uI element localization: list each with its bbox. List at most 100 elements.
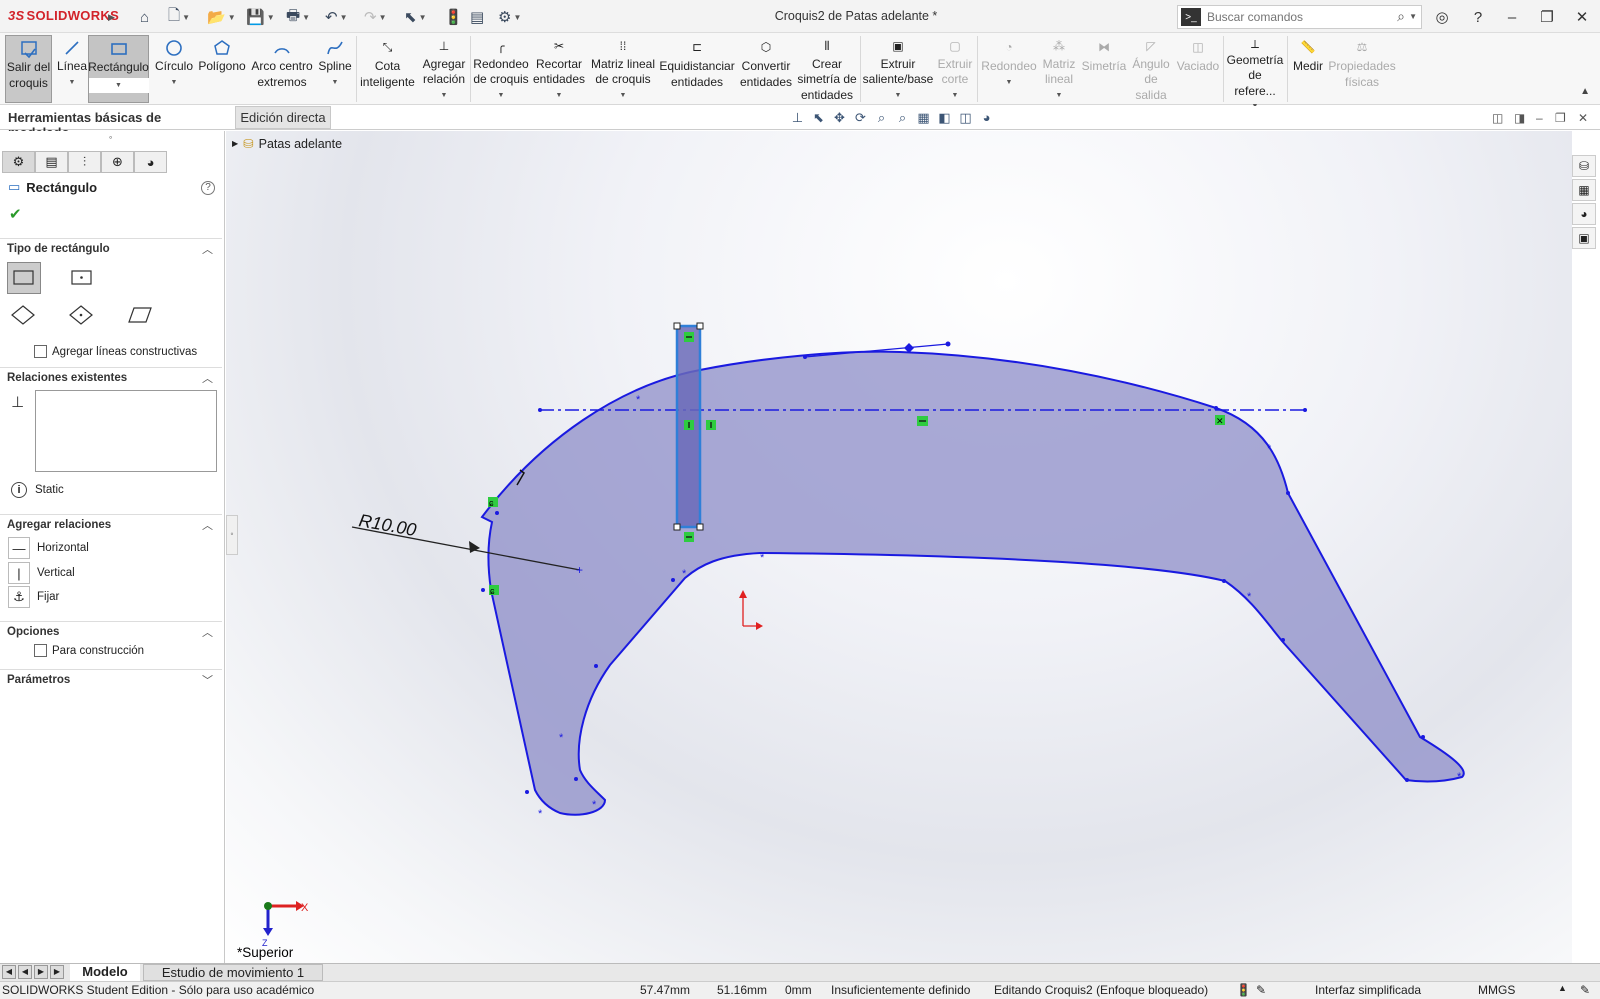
help-icon[interactable]: ? bbox=[1466, 6, 1490, 28]
view-orientation-icon[interactable]: ⊥ bbox=[787, 110, 808, 128]
rotate-icon[interactable]: ⟳ bbox=[850, 110, 871, 128]
search-input[interactable] bbox=[1207, 10, 1387, 24]
pan-icon[interactable]: ✥ bbox=[829, 110, 850, 128]
collapse-ribbon-icon[interactable]: ▲ bbox=[1580, 86, 1590, 97]
shell-button[interactable]: ◫ Vaciado bbox=[1175, 35, 1221, 103]
linear-pattern-feature-button[interactable]: ⁂ Matriz lineal ▼ bbox=[1040, 35, 1078, 103]
viewport-close-icon[interactable]: ✕ bbox=[1578, 111, 1588, 125]
feature-tree-flyout[interactable]: ▶ ⛁ Patas adelante bbox=[232, 136, 342, 152]
collapse-icon[interactable]: ︿ bbox=[202, 624, 213, 640]
measure-button[interactable]: 📏 Medir bbox=[1290, 35, 1326, 103]
comment-icon[interactable]: ✎ bbox=[1580, 983, 1590, 997]
reference-geometry-button[interactable]: ⟂ Geometríade refere...▼ bbox=[1226, 35, 1284, 110]
smart-dimension-button[interactable]: ⤡ Cota inteligente bbox=[360, 35, 415, 103]
rectangle-button[interactable]: Rectángulo ▼ bbox=[88, 35, 149, 103]
add-relation-button[interactable]: ⊥ Agregar relación ▼ bbox=[418, 35, 470, 103]
tab-motion-study[interactable]: Estudio de movimiento 1 bbox=[143, 964, 323, 981]
mirror-button[interactable]: ⫴ Crear simetría de entidades bbox=[797, 35, 857, 103]
dimxpert-tab-icon[interactable]: ⊕ bbox=[101, 151, 134, 173]
expand-arrow-icon[interactable]: ▶ bbox=[232, 139, 238, 148]
panel-handle-icon[interactable]: ∘ bbox=[108, 133, 113, 142]
checkbox[interactable] bbox=[34, 644, 47, 657]
user-icon[interactable]: ◎ bbox=[1430, 6, 1454, 28]
appearances-icon[interactable]: ◕ bbox=[1572, 203, 1596, 225]
tab-basic-modeling[interactable]: Herramientas básicas de modelado bbox=[0, 106, 232, 140]
extrude-boss-button[interactable]: ▣ Extruir saliente/base ▼ bbox=[863, 35, 934, 103]
collapse-icon[interactable]: ︿ bbox=[202, 517, 213, 533]
interface-mode[interactable]: Interfaz simplificada bbox=[1315, 983, 1421, 997]
section-existing-relations[interactable]: Relaciones existentes ︿ bbox=[0, 367, 222, 389]
section-add-relations[interactable]: Agregar relaciones ︿ bbox=[0, 514, 222, 536]
offset-button[interactable]: ⊏ Equidistanciar entidades bbox=[659, 35, 735, 103]
relation-fix[interactable]: ⚓ Fijar bbox=[8, 586, 59, 608]
radius-dimension-label[interactable]: R10.00 bbox=[357, 510, 418, 540]
viewport-link-icon[interactable]: ◨ bbox=[1514, 111, 1525, 125]
section-options[interactable]: Opciones ︿ bbox=[0, 621, 222, 643]
section-rect-type[interactable]: Tipo de rectángulo ︿ bbox=[0, 238, 222, 260]
collapse-icon[interactable]: ︿ bbox=[202, 370, 213, 386]
relation-vertical[interactable]: | Vertical bbox=[8, 562, 75, 584]
custom-properties-icon[interactable]: ▣ bbox=[1572, 227, 1596, 249]
hide-show-icon[interactable]: ◫ bbox=[955, 110, 976, 128]
fillet-feature-button[interactable]: ◔ Redondeo ▼ bbox=[980, 35, 1038, 103]
expand-icon[interactable]: ﹀ bbox=[202, 672, 213, 688]
3point-corner-rectangle-button[interactable] bbox=[7, 299, 41, 331]
chevron-up-icon[interactable]: ▲ bbox=[1558, 983, 1567, 993]
relation-horizontal[interactable]: — Horizontal bbox=[8, 537, 89, 559]
symmetry-button[interactable]: ⧓ Simetría bbox=[1081, 35, 1127, 103]
design-library-icon[interactable]: ▦ bbox=[1572, 179, 1596, 201]
section-view-icon[interactable]: ▦ bbox=[913, 110, 934, 128]
first-tab-icon[interactable]: ◀ bbox=[2, 965, 16, 979]
sketch-profile[interactable] bbox=[480, 350, 1465, 816]
checkbox[interactable] bbox=[34, 345, 47, 358]
tab-direct-editing[interactable]: Edición directa bbox=[235, 106, 331, 129]
resources-icon[interactable]: ⛁ bbox=[1572, 155, 1596, 177]
prev-tab-icon[interactable]: ◀ bbox=[18, 965, 32, 979]
arc-button[interactable]: Arco centro extremos bbox=[250, 35, 314, 103]
section-parameters[interactable]: Parámetros ﹀ bbox=[0, 669, 222, 691]
close-icon[interactable]: ✕ bbox=[1570, 6, 1594, 28]
sketch-svg[interactable]: R10.00 + ✕ ɕ ɕ *** *** *** X Z bbox=[226, 131, 1572, 963]
minimize-icon[interactable]: – bbox=[1500, 6, 1524, 28]
viewport-minimize-icon[interactable]: – bbox=[1536, 111, 1543, 125]
viewport-restore-icon[interactable]: ❐ bbox=[1555, 111, 1566, 125]
construction-lines-checkbox[interactable]: Agregar líneas constructivas bbox=[34, 345, 197, 358]
display-style-icon[interactable]: ◧ bbox=[934, 110, 955, 128]
graphics-area[interactable]: R10.00 + ✕ ɕ ɕ * * * * * * * * * X Z bbox=[226, 131, 1572, 963]
parallelogram-button[interactable] bbox=[123, 299, 157, 331]
3point-center-rectangle-button[interactable] bbox=[65, 299, 99, 331]
circle-button[interactable]: Círculo ▼ bbox=[155, 35, 193, 103]
sketch-status-icon[interactable]: ✎ bbox=[1256, 983, 1266, 997]
convert-entities-button[interactable]: ⬡ Convertir entidades bbox=[738, 35, 794, 103]
linear-pattern-button[interactable]: ⁞⁞ Matriz lineal de croquis ▼ bbox=[590, 35, 656, 103]
exit-sketch-button[interactable]: Salir del croquis bbox=[5, 35, 52, 103]
existing-relations-list[interactable] bbox=[35, 390, 217, 472]
feature-manager-tab-icon[interactable]: ⚙ bbox=[2, 151, 35, 173]
for-construction-checkbox[interactable]: Para construcción bbox=[34, 644, 144, 657]
spline-button[interactable]: Spline ▼ bbox=[316, 35, 354, 103]
appearance-icon[interactable]: ◕ bbox=[976, 110, 997, 128]
search-icon[interactable]: ⌕ bbox=[1397, 8, 1405, 25]
next-tab-icon[interactable]: ▶ bbox=[34, 965, 48, 979]
polygon-button[interactable]: Polígono bbox=[198, 35, 246, 103]
zoom-area-icon[interactable]: ⌕ bbox=[892, 110, 913, 128]
viewport-split-icon[interactable]: ◫ bbox=[1492, 111, 1503, 125]
line-button[interactable]: Línea ▼ bbox=[55, 35, 89, 103]
collapse-icon[interactable]: ︿ bbox=[202, 241, 213, 257]
draft-button[interactable]: ◸ Ángulo de salida bbox=[1130, 35, 1172, 103]
property-manager-tab-icon[interactable]: ▤ bbox=[35, 151, 68, 173]
tab-model[interactable]: Modelo bbox=[70, 964, 140, 981]
ok-check-button[interactable]: ✔ bbox=[9, 205, 22, 223]
unit-system[interactable]: MMGS bbox=[1478, 983, 1515, 997]
center-rectangle-button[interactable] bbox=[65, 262, 99, 294]
extrude-cut-button[interactable]: ▢ Extruir corte ▼ bbox=[936, 35, 974, 103]
restore-icon[interactable]: ❐ bbox=[1535, 6, 1559, 28]
panel-splitter[interactable]: ∘ bbox=[226, 515, 238, 555]
sketch-fillet-button[interactable]: ╭ Redondeo de croquis ▼ bbox=[473, 35, 529, 103]
help-button[interactable]: ? bbox=[201, 181, 215, 195]
command-search[interactable]: >_ ⌕ ▼ bbox=[1177, 5, 1422, 29]
rebuild-status-icon[interactable]: 🚦 bbox=[1236, 983, 1251, 997]
trim-button[interactable]: ✂ Recortar entidades ▼ bbox=[532, 35, 586, 103]
last-tab-icon[interactable]: ▶ bbox=[50, 965, 64, 979]
zoom-icon[interactable]: ⌕ bbox=[871, 110, 892, 128]
